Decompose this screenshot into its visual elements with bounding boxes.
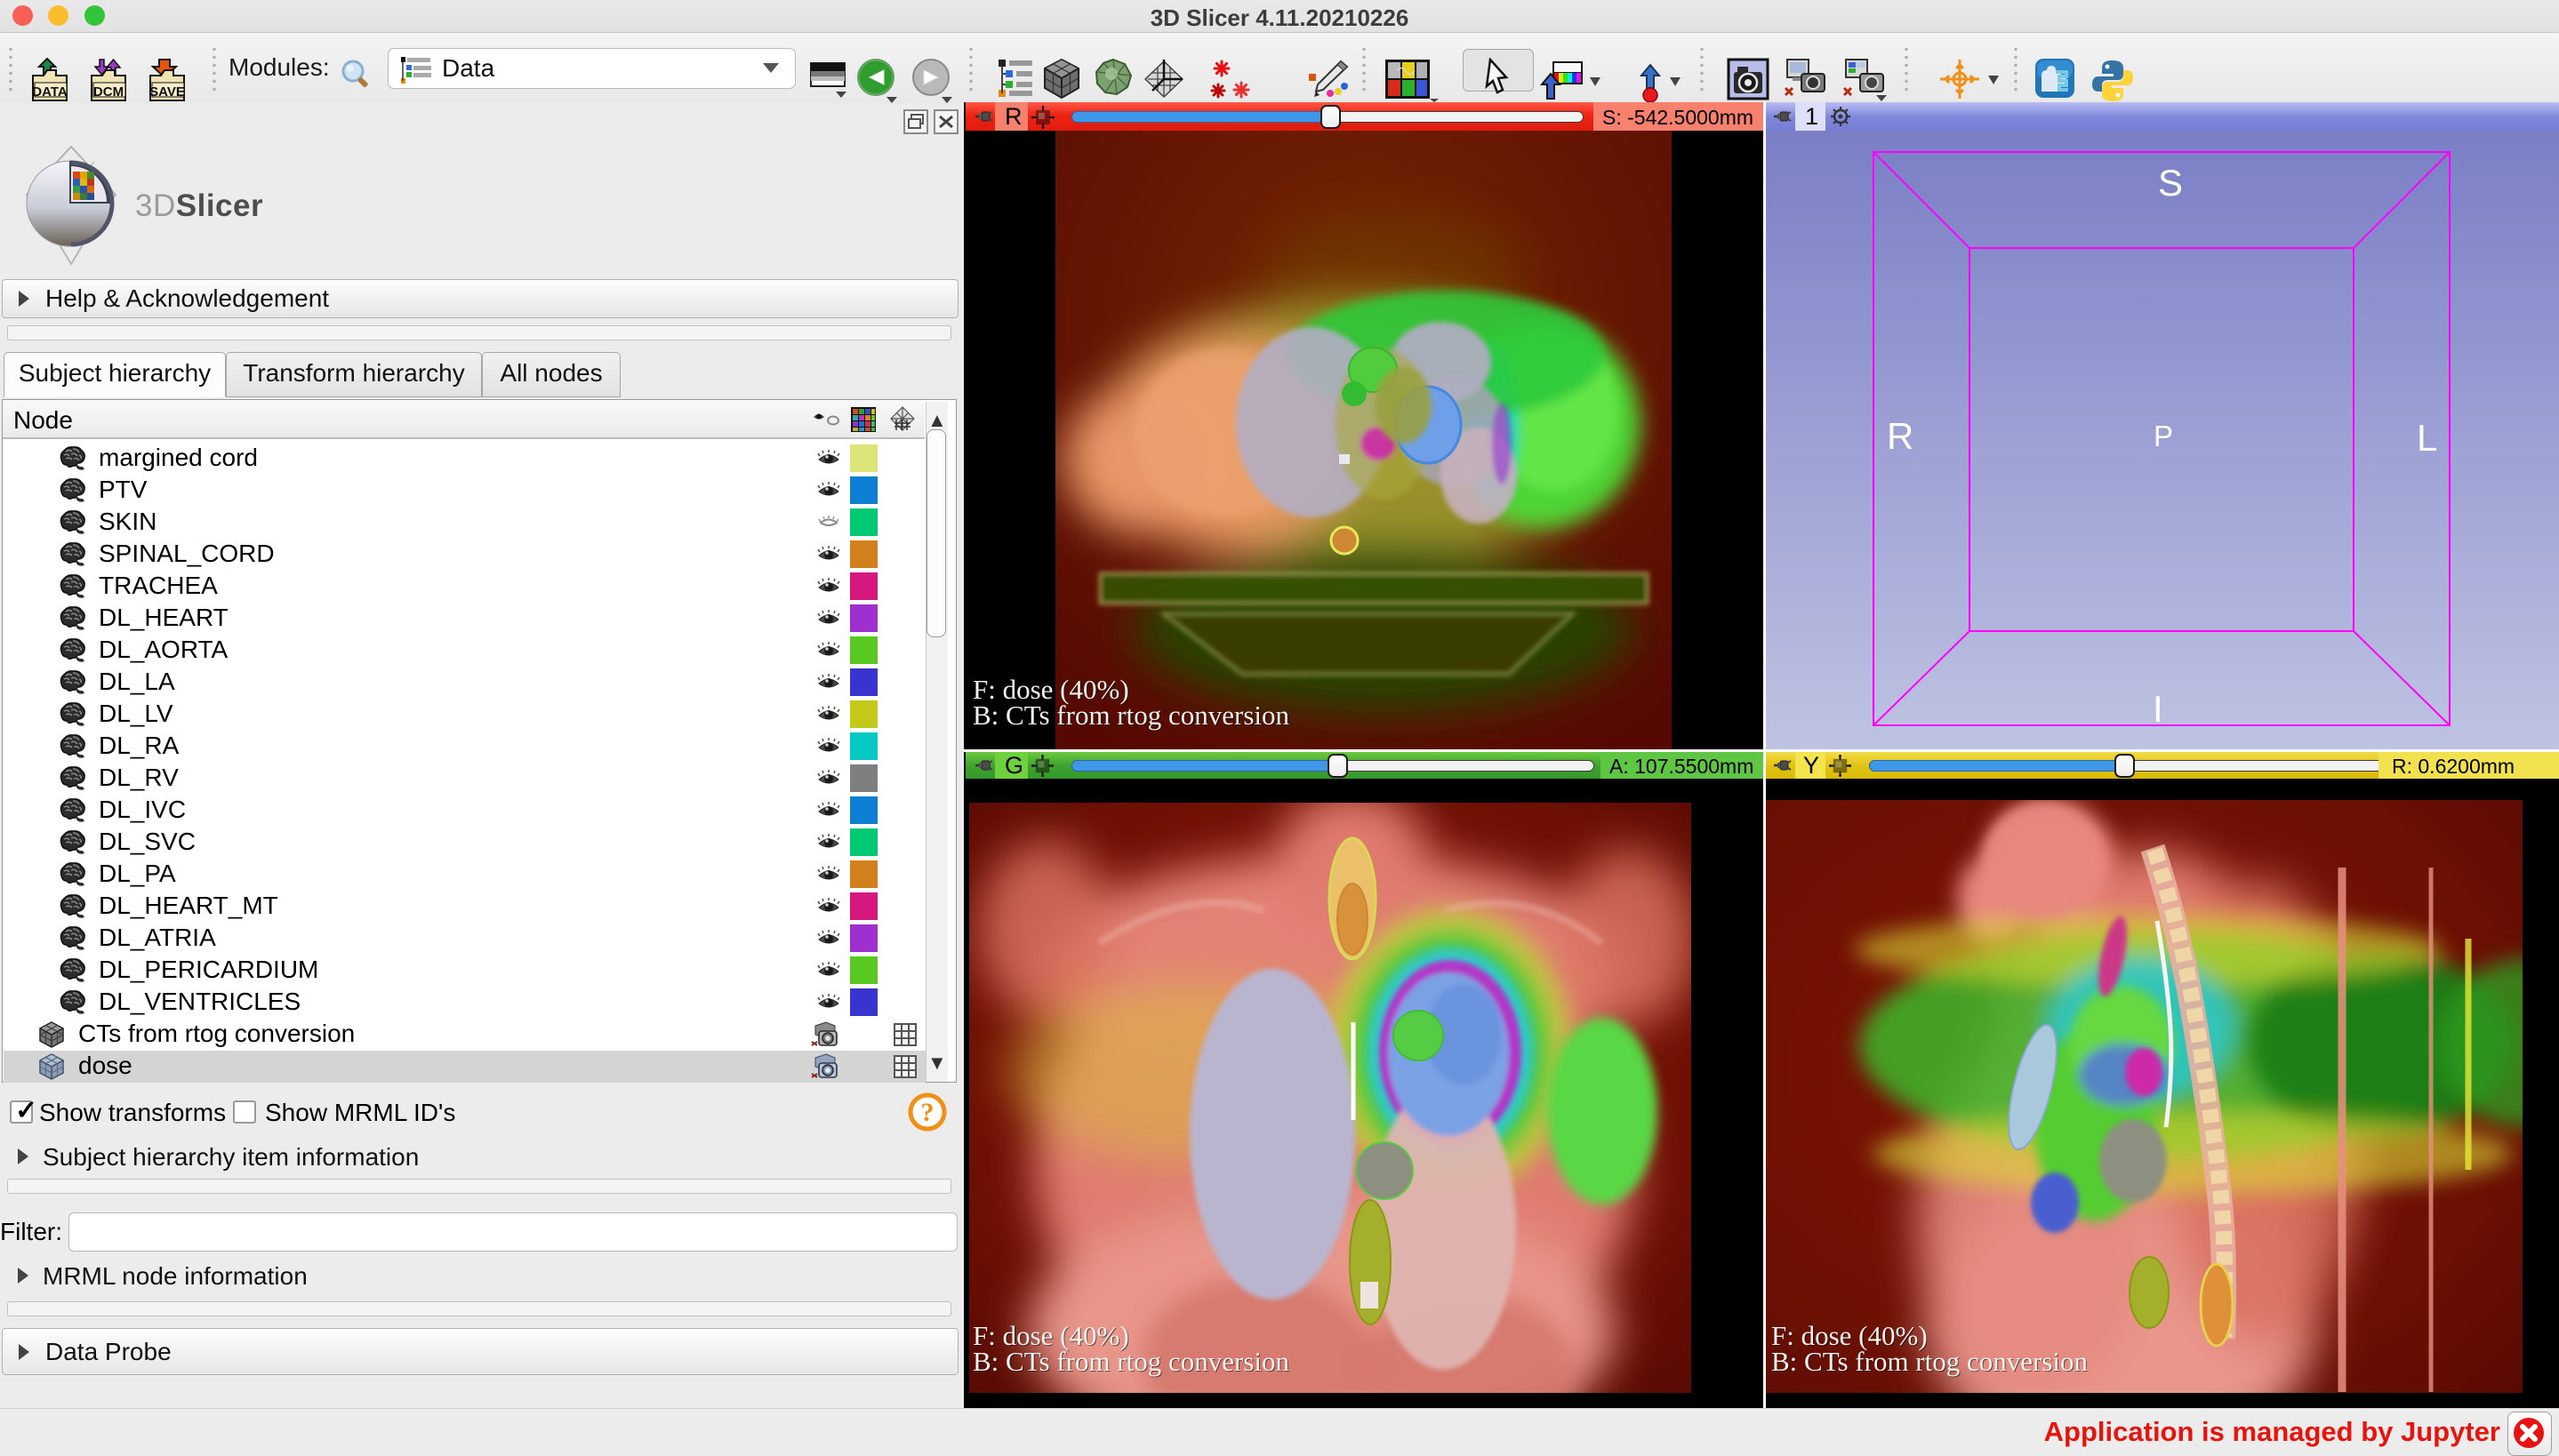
svg-text:S: S [2158, 162, 2183, 204]
svg-text:I: I [2153, 688, 2163, 730]
svg-text:R: R [1887, 415, 1913, 457]
svg-text:P: P [2154, 420, 2173, 452]
svg-text:DCM: DCM [93, 84, 124, 100]
svg-text:DATA: DATA [32, 84, 68, 100]
svg-text:SAVE: SAVE [149, 84, 185, 100]
svg-text:L: L [2417, 417, 2437, 459]
svg-text:?: ? [921, 1098, 935, 1127]
